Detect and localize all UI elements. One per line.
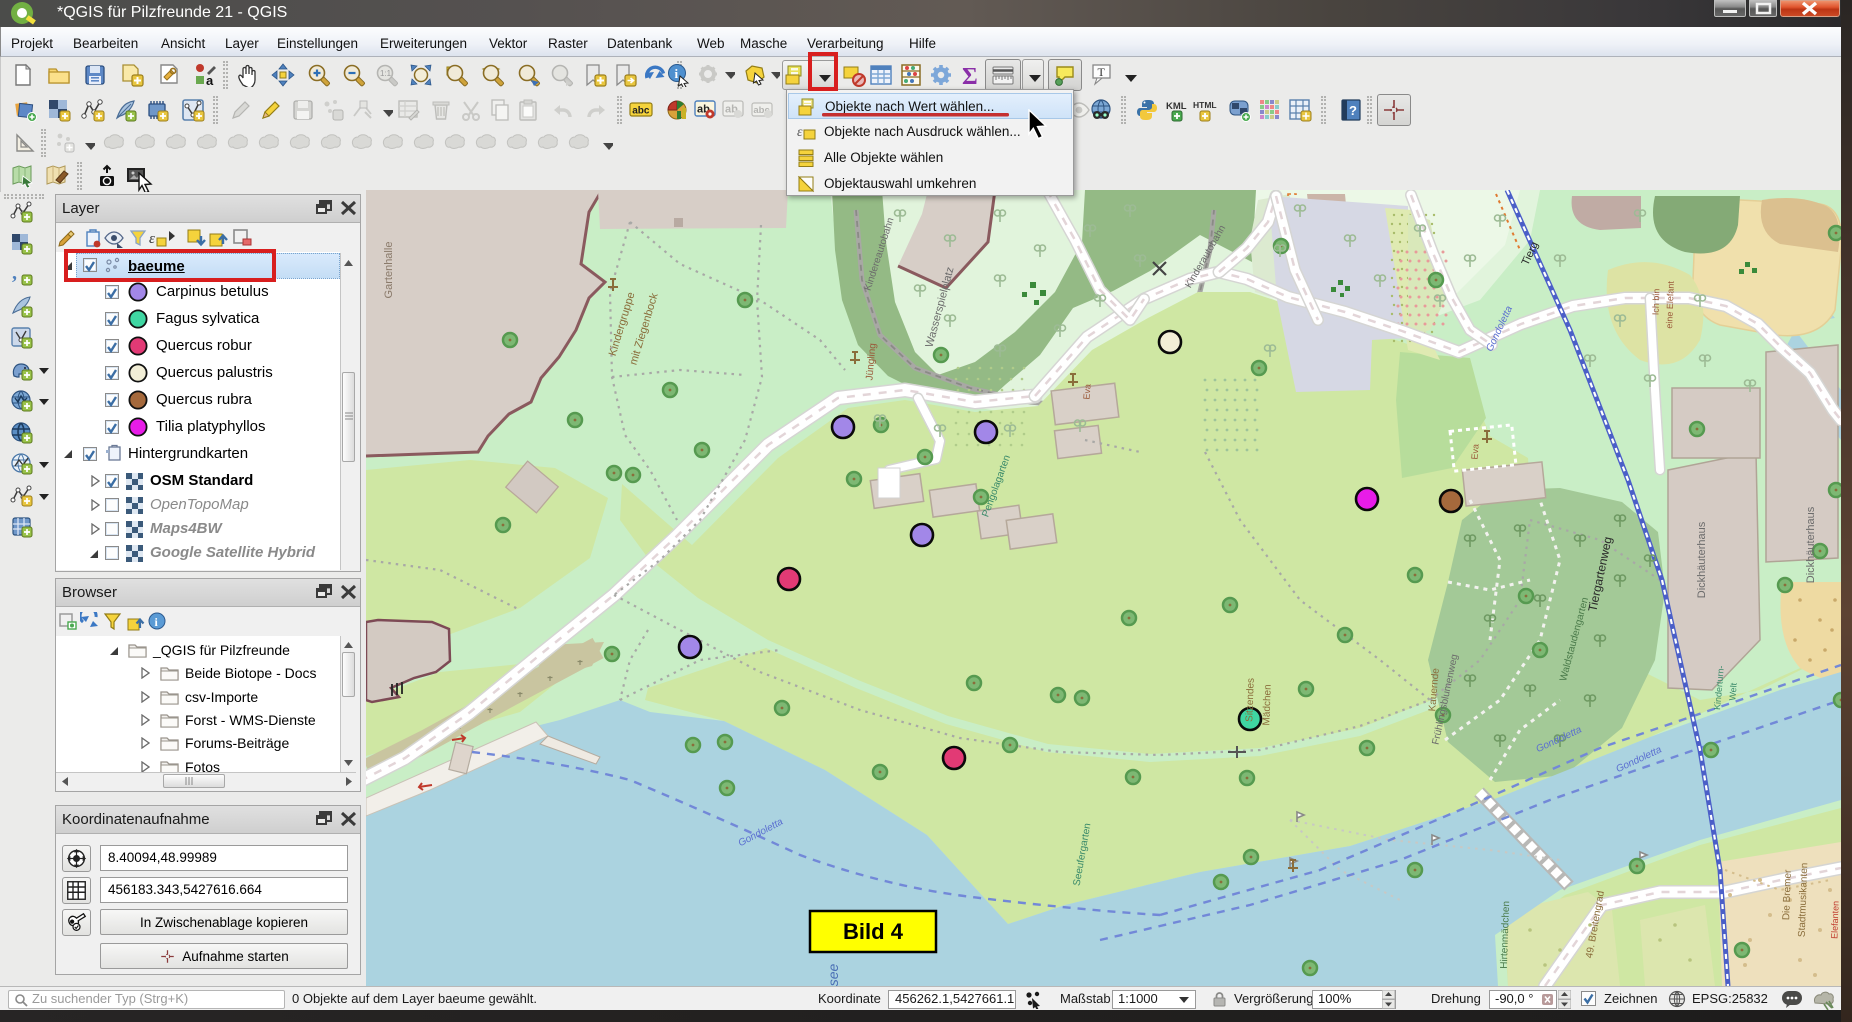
svg-text:Ich bin: Ich bin — [1651, 288, 1662, 315]
svg-text:1:1: 1:1 — [380, 69, 392, 78]
svg-text:a: a — [206, 73, 214, 87]
svg-text:Eva: Eva — [1469, 444, 1480, 460]
svg-text:Dickhäuterhaus: Dickhäuterhaus — [1805, 506, 1817, 583]
svg-text:Elefanten: Elefanten — [1829, 901, 1840, 939]
svg-text:Σ: Σ — [962, 64, 978, 87]
svg-text:eine Elefant: eine Elefant — [1664, 280, 1676, 328]
svg-text:Welt: Welt — [1727, 682, 1739, 701]
svg-text:HTML: HTML — [1193, 100, 1217, 110]
svg-text:Gartenhalle: Gartenhalle — [383, 242, 395, 299]
svg-text:i: i — [675, 66, 679, 81]
svg-text:Dickhäuterhaus: Dickhäuterhaus — [1696, 521, 1708, 598]
svg-text:Sitzendes: Sitzendes — [1244, 678, 1257, 722]
svg-text:Die Bremer: Die Bremer — [1781, 869, 1794, 921]
svg-text:Bild 4: Bild 4 — [843, 919, 904, 944]
svg-text:see: see — [825, 964, 841, 986]
svg-text:T: T — [1098, 65, 1106, 79]
svg-text:,: , — [12, 263, 17, 284]
svg-text:Eva: Eva — [1081, 384, 1092, 400]
svg-text:?: ? — [1349, 103, 1357, 118]
svg-text:KML: KML — [1166, 101, 1187, 112]
svg-text:abc: abc — [632, 106, 650, 117]
svg-text:Mädchen: Mädchen — [1261, 684, 1273, 725]
svg-text:ε: ε — [797, 125, 803, 140]
svg-text:ε: ε — [149, 231, 155, 247]
